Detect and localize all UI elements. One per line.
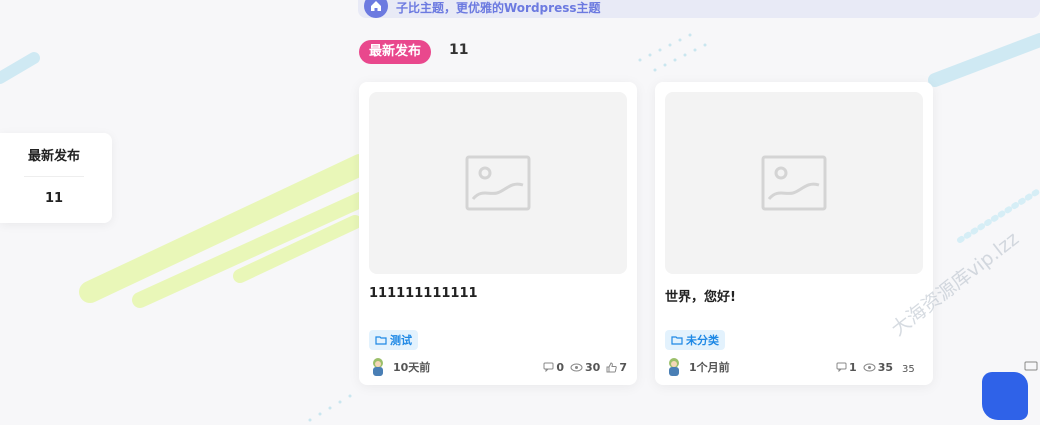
comment-icon [1024, 361, 1038, 371]
comment-icon [836, 362, 847, 372]
eye-icon [863, 363, 876, 371]
avatar[interactable] [665, 357, 683, 377]
post-card[interactable]: 世界，您好! 未分类 1个月前 1 35 [655, 82, 933, 385]
image-placeholder-icon [761, 155, 827, 211]
side-widget: 最新发布 11 [0, 133, 112, 223]
post-meta: 1个月前 1 35 [665, 356, 923, 378]
floating-blob [982, 372, 1028, 420]
image-placeholder-icon [465, 155, 531, 211]
like-count: 7 [619, 360, 627, 374]
folder-icon [375, 336, 387, 345]
home-icon[interactable] [364, 0, 388, 18]
category-label: 未分类 [686, 334, 719, 347]
top-banner-text: 子比主题，更优雅的Wordpress主题 [396, 0, 601, 15]
section-count: 11 [449, 42, 469, 58]
view-stat: 35 [863, 361, 893, 374]
like-stat[interactable]: 7 [606, 361, 627, 374]
post-card[interactable]: 111111111111 测试 10天前 0 30 7 [359, 82, 637, 385]
post-stats: 1 35 [836, 361, 893, 374]
section-tag[interactable]: 最新发布 [359, 40, 432, 64]
comment-stat: 1 [836, 361, 857, 374]
eye-icon [570, 363, 583, 371]
side-widget-title: 最新发布 [27, 149, 80, 164]
post-time: 10天前 [393, 361, 431, 374]
thumb-up-icon [606, 361, 618, 372]
category-badge[interactable]: 测试 [369, 330, 418, 350]
divider [24, 176, 84, 177]
side-widget-count: 11 [44, 191, 64, 206]
post-title[interactable]: 世界，您好! [665, 286, 736, 305]
view-stat: 30 [570, 361, 600, 374]
category-badge[interactable]: 未分类 [665, 330, 725, 350]
category-label: 测试 [390, 334, 412, 347]
post-stats: 0 30 7 [543, 361, 627, 374]
comment-count: 0 [556, 360, 565, 374]
post-time: 1个月前 [689, 361, 730, 374]
post-thumbnail[interactable] [369, 92, 627, 274]
comment-count: 1 [849, 360, 857, 374]
view-count: 30 [585, 360, 601, 374]
view-count: 35 [877, 360, 893, 374]
folder-icon [671, 336, 683, 345]
post-title[interactable]: 111111111111 [369, 286, 478, 301]
post-thumbnail[interactable] [665, 92, 923, 274]
top-banner[interactable]: 子比主题，更优雅的Wordpress主题 [358, 0, 1040, 18]
comment-stat: 0 [543, 361, 564, 374]
overlay-number: 35 [902, 364, 915, 375]
avatar[interactable] [369, 357, 387, 377]
comment-icon [543, 362, 554, 372]
post-meta: 10天前 0 30 7 [369, 356, 627, 378]
